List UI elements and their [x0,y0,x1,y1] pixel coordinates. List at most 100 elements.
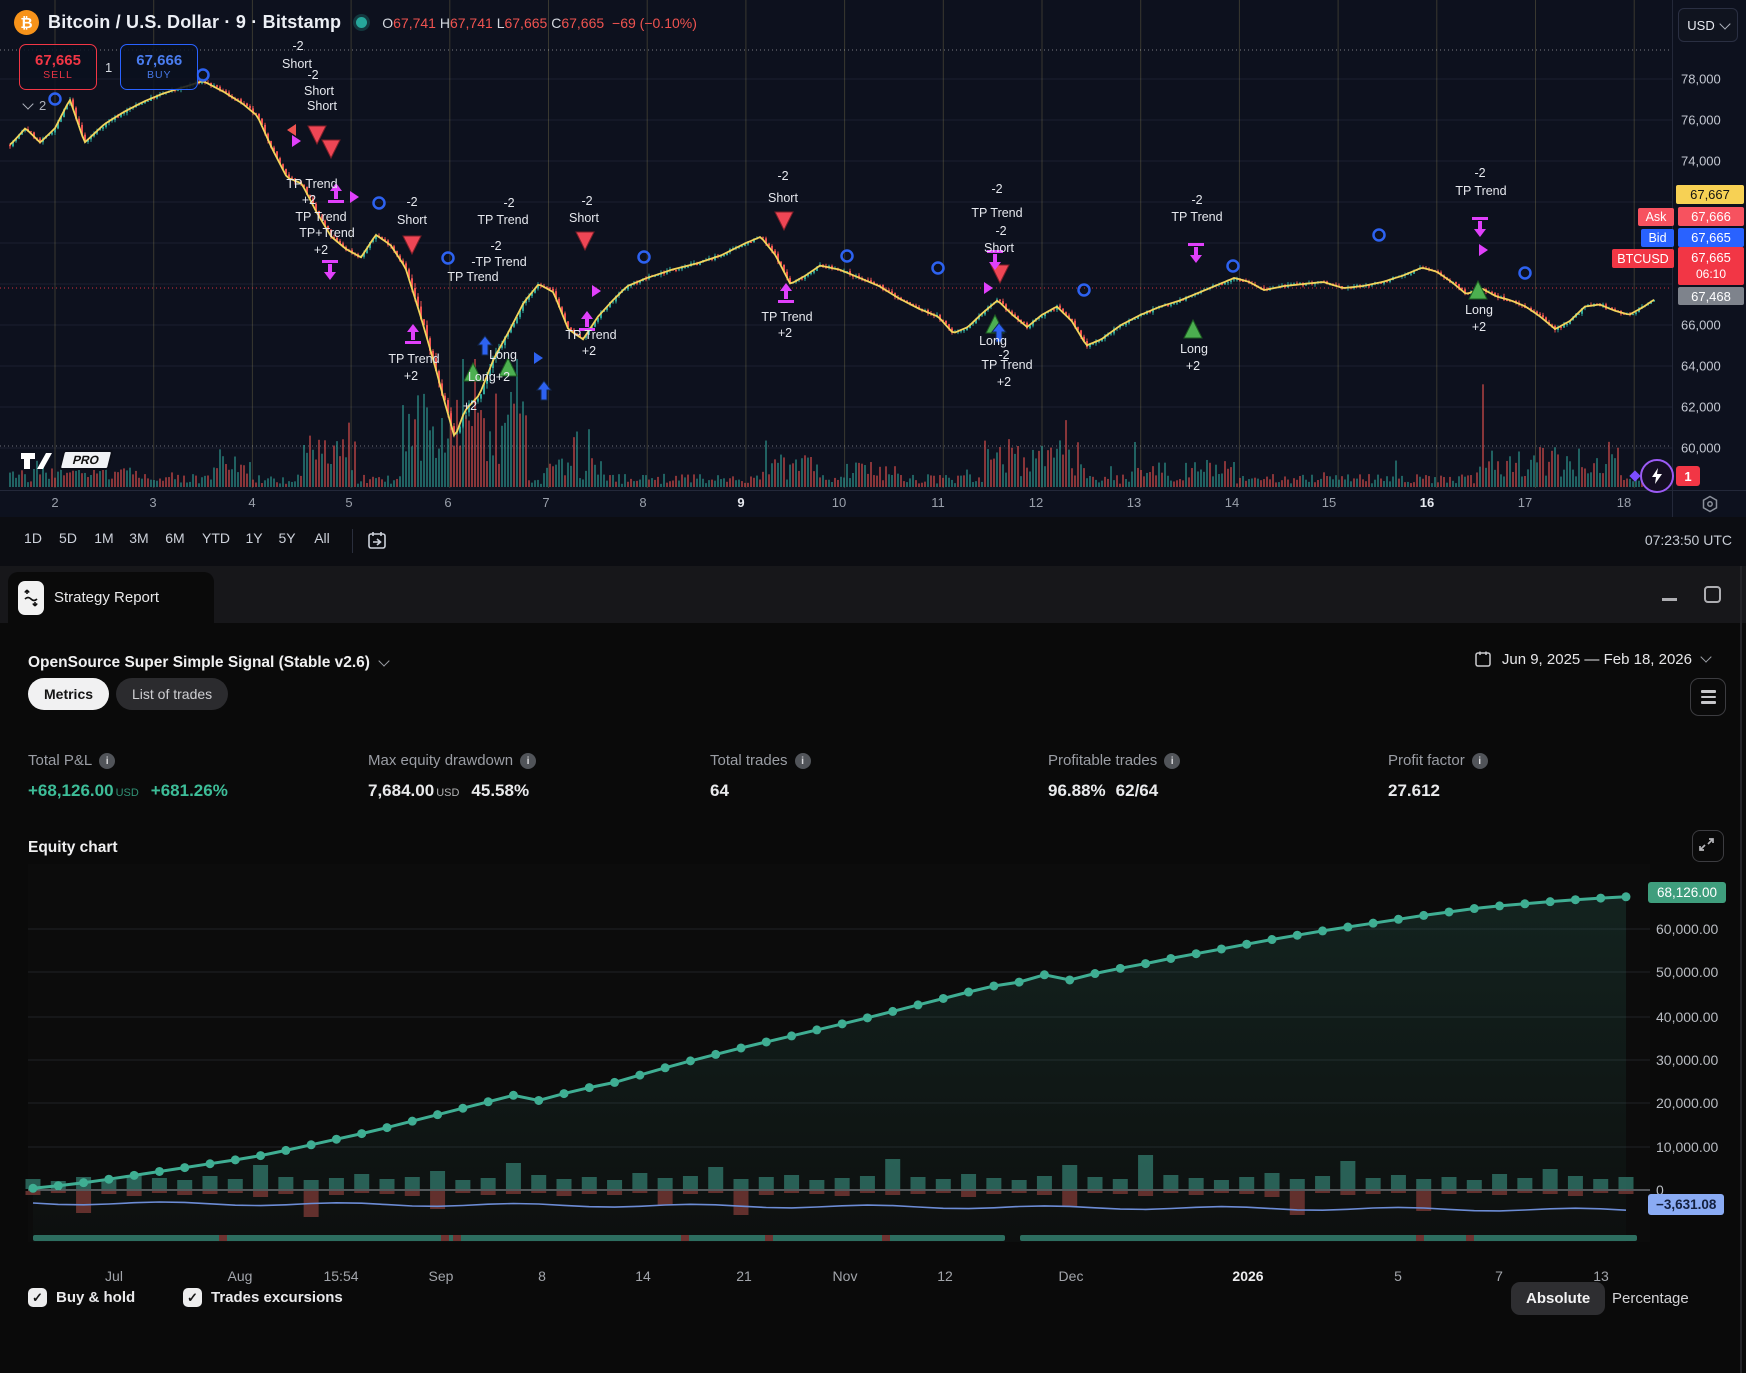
equity-y-label: 50,000.00 [1656,964,1718,980]
svg-text:Short: Short [984,241,1014,255]
scrollbar[interactable] [1740,566,1742,1373]
strategy-report-panel: Strategy Report OpenSource Super Simple … [0,566,1746,1373]
instant-trading-button[interactable] [1640,459,1674,493]
panel-tab-strip [0,566,1746,623]
range-button-5y[interactable]: 5Y [278,530,295,546]
report-layout-icon[interactable] [1690,678,1726,716]
svg-text:Short: Short [397,213,427,227]
time-axis-label: 7 [542,495,549,510]
range-button-1m[interactable]: 1M [94,530,113,546]
tab-metrics[interactable]: Metrics [28,678,109,710]
indicator-price-badge: 67,667 [1676,185,1744,204]
equity-y-label: 40,000.00 [1656,1009,1718,1025]
percentage-toggle-button[interactable]: Percentage [1612,1290,1689,1307]
svg-text:TP Trend: TP Trend [1455,184,1506,198]
bitcoin-logo-icon: ₿ [14,10,39,35]
trades-excursions-checkbox[interactable]: ✓ Trades excursions [183,1288,343,1307]
hexagon-settings-icon [1701,495,1719,513]
info-icon[interactable]: i [795,753,811,769]
range-button-5d[interactable]: 5D [59,530,77,546]
svg-text:Long: Long [979,334,1007,348]
trade-widget: 67,665 SELL 1 67,666 BUY [19,44,198,90]
info-icon[interactable]: i [1164,753,1180,769]
alert-count-badge[interactable]: 1 [1676,466,1700,486]
bid-label-badge: Bid [1641,229,1674,247]
tab-label: Strategy Report [54,589,159,606]
info-icon[interactable]: i [520,753,536,769]
equity-x-label: 8 [538,1268,546,1284]
axis-settings-corner[interactable] [1672,490,1746,517]
svg-text:TP Trend: TP Trend [1171,210,1222,224]
svg-text:TP Trend: TP Trend [971,206,1022,220]
svg-text:TP Trend: TP Trend [286,177,337,191]
equity-x-label: 14 [635,1268,651,1284]
utc-clock[interactable]: 07:23:50 UTC [1645,532,1732,548]
go-to-date-icon[interactable] [366,530,388,552]
svg-text:+2: +2 [1186,359,1200,373]
info-icon[interactable]: i [99,753,115,769]
chevron-down-icon [22,98,33,109]
info-icon[interactable]: i [1472,753,1488,769]
range-button-3m[interactable]: 3M [129,530,148,546]
equity-x-label: Dec [1059,1268,1084,1284]
metric-value: 64 [710,781,811,801]
strategy-selector[interactable]: OpenSource Super Simple Signal (Stable v… [28,654,388,672]
buy-button[interactable]: 67,666 BUY [120,44,198,90]
legend-collapse-row[interactable]: 2 [24,98,46,113]
svg-text:-2: -2 [991,182,1002,196]
sell-button[interactable]: 67,665 SELL [19,44,97,90]
metric-value: +68,126.00USD+681.26% [28,781,228,801]
ohlc-values: O67,741 H67,741 L67,665 C67,665 −69 (−0.… [382,15,697,31]
metric-label: Profitable trades [1048,752,1157,769]
bid-price-badge: 67,665 [1678,228,1744,247]
chevron-down-icon [378,655,389,666]
svg-text:TP Trend: TP Trend [388,352,439,366]
range-button-6m[interactable]: 6M [165,530,184,546]
range-button-all[interactable]: All [314,530,330,546]
svg-text:TP Trend: TP Trend [295,210,346,224]
equity-x-label: 5 [1394,1268,1402,1284]
svg-text:-2: -2 [406,195,417,209]
range-button-1y[interactable]: 1Y [245,530,262,546]
symbol-title[interactable]: Bitcoin / U.S. Dollar · 9 · Bitstamp [48,12,341,33]
equity-chart[interactable] [0,861,1746,1261]
metric-max-equity-drawdown: Max equity drawdowni7,684.00USD45.58% [368,752,536,801]
tab-list-of-trades[interactable]: List of trades [116,678,228,710]
price-axis-label: 76,000 [1681,113,1721,128]
svg-text:Short: Short [307,99,337,113]
metric-total-trades: Total tradesi64 [710,752,811,801]
strategy-tester-icon [18,581,44,615]
currency-dropdown[interactable]: USD [1678,8,1738,42]
tradingview-app: -2 Short -2 Short Short TP Trend +2 TP Trend TP+… [0,0,1746,1373]
equity-y-label: 10,000.00 [1656,1139,1718,1155]
equity-y-label: 20,000.00 [1656,1095,1718,1111]
svg-text:+2: +2 [778,326,792,340]
svg-text:-2: -2 [292,39,303,53]
svg-text:TP+Trend: TP+Trend [299,226,355,240]
range-button-1d[interactable]: 1D [24,530,42,546]
expand-equity-icon[interactable] [1692,830,1724,862]
date-range-selector[interactable]: Jun 9, 2025 — Feb 18, 2026 [1474,650,1710,668]
candlestick-chart[interactable]: -2 Short -2 Short Short TP Trend +2 TP Trend TP+… [0,0,1672,490]
time-axis-label: 3 [149,495,156,510]
checkmark-icon: ✓ [183,1288,202,1307]
svg-text:-TP Trend: -TP Trend [471,255,526,269]
time-axis-label: 5 [345,495,352,510]
buy-and-hold-checkbox[interactable]: ✓ Buy & hold [28,1288,135,1307]
tradingview-logo[interactable]: PRO [20,449,111,471]
time-axis-label: 16 [1420,495,1434,510]
minimize-panel-icon[interactable] [1662,598,1677,601]
tab-strategy-report[interactable]: Strategy Report [8,572,214,623]
svg-text:-2: -2 [777,169,788,183]
absolute-toggle-button[interactable]: Absolute [1511,1282,1605,1315]
main-chart-pane[interactable]: -2 Short -2 Short Short TP Trend +2 TP Trend TP+… [0,0,1746,516]
symbol-badge: BTCUSD [1612,249,1674,268]
maximize-panel-icon[interactable] [1704,586,1721,603]
spread-value: 1 [105,60,112,75]
range-button-ytd[interactable]: YTD [202,530,230,546]
time-axis-label: 4 [248,495,255,510]
time-axis[interactable]: 23456789101112131415161718 [0,490,1672,517]
svg-text:-2: -2 [490,239,501,253]
equity-x-label: 15:54 [323,1268,358,1284]
equity-x-label: Aug [228,1268,253,1284]
